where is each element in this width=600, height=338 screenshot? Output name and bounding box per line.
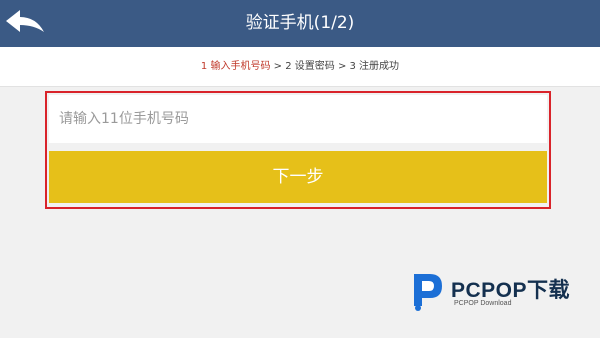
watermark-subtitle: PCPOP Download <box>454 300 512 307</box>
next-step-button[interactable]: 下一步 <box>49 151 547 203</box>
step-1-label: 1 输入手机号码 <box>200 61 271 72</box>
phone-form: 下一步 <box>45 91 551 209</box>
step-3-label: 3 注册成功 <box>349 61 400 72</box>
pcpop-logo-icon <box>414 274 442 311</box>
step-indicator: 1 输入手机号码 > 2 设置密码 > 3 注册成功 <box>0 47 600 87</box>
page-title: 验证手机(1/2) <box>245 13 355 33</box>
watermark: PCPOP下载 PCPOP Download <box>408 268 598 314</box>
step-2-label: 2 设置密码 <box>285 61 335 72</box>
step-separator: > <box>334 61 350 72</box>
step-separator: > <box>270 61 286 72</box>
phone-number-input[interactable] <box>49 95 547 143</box>
top-bar: 验证手机(1/2) <box>0 0 600 47</box>
